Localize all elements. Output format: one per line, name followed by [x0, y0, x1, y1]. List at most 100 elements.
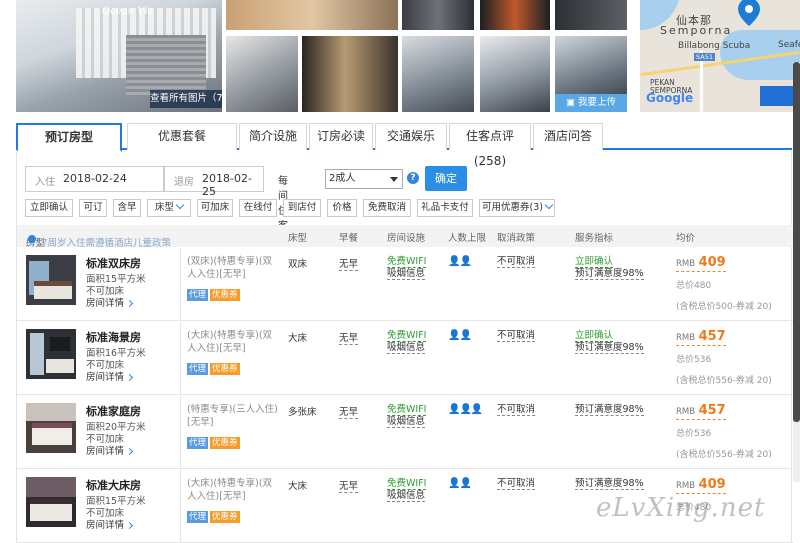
room-name[interactable]: 标准海景房: [86, 329, 141, 345]
rate-badges: 代理 优惠券: [187, 361, 242, 375]
filter-pay-at-hotel[interactable]: 到店付: [283, 199, 321, 217]
price-value: 409: [698, 255, 726, 270]
room-row: 标准海景房 面积16平方米 不可加床 房间详情 (大床)(特惠专享)(双人入住)…: [17, 322, 793, 395]
filter-gift-card[interactable]: 礼品卡支付: [417, 199, 473, 217]
filter-coupons[interactable]: 可用优惠券(3): [479, 199, 555, 217]
gallery-thumb[interactable]: [402, 36, 474, 112]
divider: [180, 322, 181, 395]
child-policy-note[interactable]: 0-17周岁入住需遵循酒店儿童政策: [26, 235, 171, 249]
coupon-badge: 优惠券: [210, 437, 240, 449]
smoking-info[interactable]: 吸烟信息: [387, 268, 426, 280]
agent-badge: 代理: [187, 289, 209, 301]
agent-badge: 代理: [187, 437, 209, 449]
filter-online-pay[interactable]: 在线付: [239, 199, 277, 217]
people-icon: 👤👤: [448, 330, 472, 341]
confirm-button[interactable]: 确定: [425, 166, 467, 191]
wifi-info[interactable]: 免费WIFI: [387, 330, 427, 342]
gallery-thumb[interactable]: [226, 0, 398, 30]
info-icon[interactable]: [28, 235, 36, 243]
filter-extra-bed[interactable]: 可加床: [197, 199, 233, 217]
tab-qa[interactable]: 酒店问答: [533, 123, 603, 150]
gallery-thumb[interactable]: [555, 0, 627, 30]
room-detail-link[interactable]: 房间详情: [86, 295, 134, 309]
rate-plan: (特惠专享)(三人入住)[无早]: [187, 404, 278, 428]
gallery-thumb[interactable]: [226, 36, 298, 112]
shutter-graphic: [126, 35, 206, 95]
avg-price[interactable]: RMB 409: [676, 255, 726, 272]
upload-photo-button[interactable]: ▣ 我要上传: [555, 94, 627, 112]
tab-reviews[interactable]: 住客点评 (258): [449, 123, 531, 168]
tab-booking-notes[interactable]: 订房必读: [309, 123, 373, 150]
chevron-down-icon: [175, 200, 185, 210]
page-scrollbar[interactable]: [793, 62, 800, 482]
map-label-city-en: Semporna: [660, 24, 733, 37]
help-icon[interactable]: ?: [407, 172, 419, 184]
room-name[interactable]: 标准家庭房: [86, 403, 141, 419]
cancel-policy[interactable]: 不可取消: [497, 404, 536, 416]
satisfaction-rate[interactable]: 预订满意度98%: [575, 268, 644, 280]
smoking-info[interactable]: 吸烟信息: [387, 416, 426, 428]
breakfast[interactable]: 无早: [339, 330, 359, 345]
wifi-info[interactable]: 免费WIFI: [387, 256, 427, 268]
gallery-thumb[interactable]: [480, 0, 550, 30]
room-detail-label: 房间详情: [86, 372, 125, 383]
avg-price[interactable]: RMB 457: [676, 329, 726, 346]
room-detail-link[interactable]: 房间详情: [86, 369, 134, 383]
room-name[interactable]: 标准大床房: [86, 477, 141, 493]
satisfaction-rate[interactable]: 预订满意度98%: [575, 342, 644, 354]
smoking-info[interactable]: 吸烟信息: [387, 490, 426, 502]
coupon-badge: 优惠券: [210, 511, 240, 523]
scrollbar-thumb[interactable]: [793, 62, 800, 422]
filter-price[interactable]: 价格: [327, 199, 357, 217]
gallery-thumb[interactable]: [480, 36, 550, 112]
hotel-tabs: 预订房型 优惠套餐 简介设施 订房必读 交通娱乐 住客点评 (258) 酒店问答: [16, 123, 792, 168]
agent-badge: 代理: [187, 511, 209, 523]
rate-plan: (大床)(特惠专享)(双人入住)[无早]: [187, 330, 273, 354]
tab-facilities[interactable]: 简介设施: [239, 123, 307, 150]
tab-transport[interactable]: 交通娱乐: [375, 123, 447, 150]
room-detail-link[interactable]: 房间详情: [86, 443, 134, 457]
tax-note: (含税总价556-券减 20): [676, 450, 772, 460]
avg-price[interactable]: RMB 457: [676, 403, 726, 420]
view-all-photos-button[interactable]: 查看所有图片（70）: [150, 90, 222, 108]
cancel-policy[interactable]: 不可取消: [497, 330, 536, 342]
filter-available[interactable]: 可订: [79, 199, 107, 217]
instant-confirm[interactable]: 立即确认: [575, 256, 614, 268]
google-logo: Google: [646, 91, 694, 105]
breakfast[interactable]: 无早: [339, 478, 359, 493]
price-value: 457: [698, 329, 726, 344]
satisfaction-rate[interactable]: 预订满意度98%: [575, 404, 644, 416]
breakfast[interactable]: 无早: [339, 404, 359, 419]
cancel-policy[interactable]: 不可取消: [497, 256, 536, 268]
rate-badges: 代理 优惠券: [187, 435, 242, 449]
people-icon: 👤👤: [448, 256, 472, 267]
hotel-sign-text: Ocean Vie: [102, 6, 154, 17]
checkout-field[interactable]: 退房 2018-02-25: [164, 166, 264, 198]
filter-bed-type[interactable]: 床型: [147, 199, 191, 217]
guests-select[interactable]: 2成人: [325, 169, 403, 189]
gallery-thumb[interactable]: [402, 0, 474, 30]
breakfast[interactable]: 无早: [339, 256, 359, 271]
satisfaction-rate[interactable]: 预订满意度98%: [575, 478, 644, 490]
cancel-policy[interactable]: 不可取消: [497, 478, 536, 490]
instant-confirm[interactable]: 立即确认: [575, 330, 614, 342]
filter-instant-confirm[interactable]: 立即确认: [25, 199, 73, 217]
room-photo[interactable]: [26, 255, 76, 305]
room-photo[interactable]: [26, 329, 76, 379]
smoking-info[interactable]: 吸烟信息: [387, 342, 426, 354]
tab-packages[interactable]: 优惠套餐: [127, 123, 237, 150]
filter-free-cancel[interactable]: 免费取消: [363, 199, 411, 217]
room-photo[interactable]: [26, 477, 76, 527]
avg-price[interactable]: RMB 409: [676, 477, 726, 494]
tab-book-rooms[interactable]: 预订房型: [16, 123, 122, 152]
location-map[interactable]: 仙本那 Semporna Billabong Scuba SA51 Seafe …: [640, 0, 800, 112]
room-photo[interactable]: [26, 403, 76, 453]
wifi-info[interactable]: 免费WIFI: [387, 404, 427, 416]
room-detail-link[interactable]: 房间详情: [86, 517, 134, 531]
room-name[interactable]: 标准双床房: [86, 255, 141, 271]
checkin-field[interactable]: 入住 2018-02-24: [25, 166, 164, 192]
gallery-thumb[interactable]: [302, 36, 398, 112]
wifi-info[interactable]: 免费WIFI: [387, 478, 427, 490]
hotel-main-photo[interactable]: Ocean Vie 查看所有图片（70）: [16, 0, 222, 112]
filter-breakfast[interactable]: 含早: [113, 199, 141, 217]
